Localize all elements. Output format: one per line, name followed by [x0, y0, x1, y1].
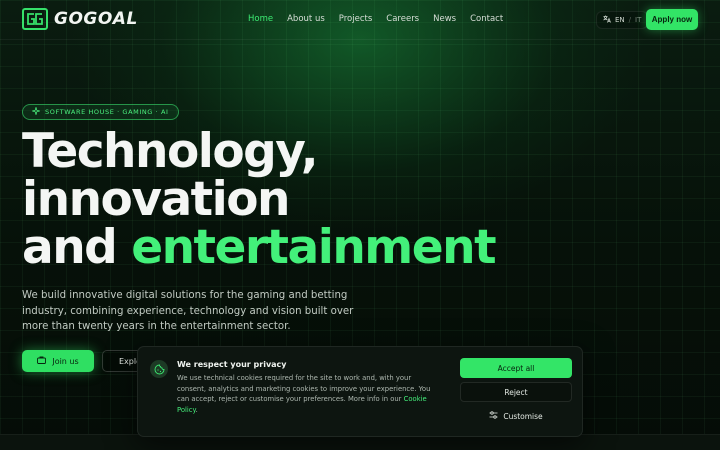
- accept-all-button[interactable]: Accept all: [460, 358, 572, 378]
- hero-subtitle: We build innovative digital solutions fo…: [22, 290, 354, 332]
- site-header: GOGOAL Home About us Projects Careers Ne…: [0, 0, 720, 40]
- hero-badge-label: SOFTWARE HOUSE · GAMING · AI: [45, 108, 169, 116]
- hero-badge: SOFTWARE HOUSE · GAMING · AI: [22, 104, 179, 120]
- nav-about-us[interactable]: About us: [287, 14, 325, 24]
- logo[interactable]: GOGOAL: [22, 8, 138, 30]
- nav-news[interactable]: News: [433, 14, 456, 24]
- nav-home[interactable]: Home: [248, 14, 273, 24]
- cookie-icon: [150, 360, 168, 378]
- brand-name: GOGOAL: [54, 9, 138, 29]
- hero-title-line-3-prefix: and: [22, 220, 132, 275]
- apply-now-button[interactable]: Apply now: [646, 9, 698, 30]
- lang-other[interactable]: IT: [635, 16, 641, 24]
- hero-title: Technology, innovation and entertainment: [22, 128, 497, 275]
- translate-icon: [603, 15, 611, 25]
- nav-careers[interactable]: Careers: [386, 14, 419, 24]
- reject-button[interactable]: Reject: [460, 382, 572, 402]
- join-us-label: Join us: [52, 356, 79, 366]
- briefcase-icon: [37, 356, 47, 366]
- lang-separator: /: [628, 16, 632, 24]
- cookie-text-body: We use technical cookies required for th…: [177, 374, 431, 403]
- nav-projects[interactable]: Projects: [339, 14, 373, 24]
- sparkle-icon: [31, 106, 41, 117]
- cookie-text-end: .: [195, 405, 198, 414]
- cookie-banner: We respect your privacy We use technical…: [137, 346, 583, 437]
- hero-title-line-2: innovation: [22, 172, 291, 227]
- customise-label: Customise: [503, 411, 543, 421]
- hero-title-accent: entertainment: [131, 220, 496, 275]
- gg-logo-icon: [22, 8, 48, 30]
- sliders-icon: [489, 411, 498, 421]
- lang-current[interactable]: EN: [615, 16, 625, 24]
- hero-title-line-1: Technology,: [22, 124, 319, 179]
- join-us-button[interactable]: Join us: [22, 350, 94, 372]
- nav-contact[interactable]: Contact: [470, 14, 503, 24]
- language-switcher[interactable]: EN / IT: [596, 11, 649, 29]
- cookie-title: We respect your privacy: [177, 360, 287, 369]
- customise-button[interactable]: Customise: [460, 406, 572, 426]
- main-nav: Home About us Projects Careers News Cont…: [248, 14, 503, 24]
- cookie-text: We use technical cookies required for th…: [177, 373, 439, 415]
